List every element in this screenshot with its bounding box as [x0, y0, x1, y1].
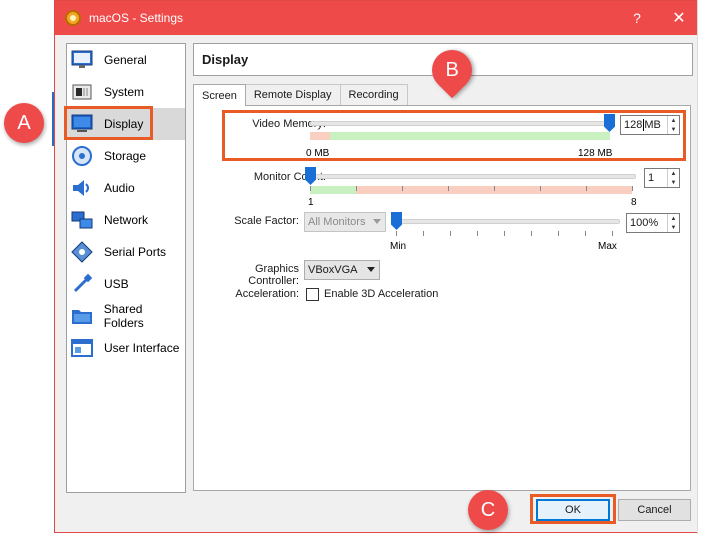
chevron-down-icon	[373, 219, 381, 224]
monitor-count-spinbox[interactable]: 1 ▲ ▼	[644, 168, 680, 188]
enable-3d-acceleration-checkbox[interactable]	[306, 288, 319, 301]
window-title: macOS - Settings	[89, 11, 184, 25]
scale-factor-min-label: Min	[390, 241, 407, 252]
scale-factor-value: 100%	[630, 217, 659, 229]
graphics-controller-value: VBoxVGA	[308, 264, 358, 276]
sidebar-item-label: User Interface	[104, 341, 180, 355]
background-right	[697, 0, 705, 534]
monitor-count-min-label: 1	[308, 197, 314, 208]
virtualbox-app-icon	[65, 10, 81, 26]
background-left	[0, 0, 54, 534]
scale-factor-spinbox[interactable]: 100% ▲ ▼	[626, 213, 680, 233]
enable-3d-acceleration-label[interactable]: Enable 3D Acceleration	[324, 288, 438, 300]
scale-factor-max-label: Max	[598, 241, 617, 252]
storage-icon	[70, 144, 94, 168]
callout-c: C	[468, 490, 508, 530]
scale-factor-monitor-value: All Monitors	[308, 216, 366, 228]
callout-b: B	[445, 58, 459, 81]
highlight-display-item	[64, 106, 153, 140]
scale-factor-slider-track[interactable]	[394, 219, 620, 224]
close-button[interactable]: ✕	[659, 1, 699, 35]
tab-remote-display[interactable]: Remote Display	[244, 84, 341, 105]
sidebar-item-label: Audio	[104, 181, 135, 195]
spin-up-icon[interactable]: ▲	[668, 214, 679, 223]
screen-tab-panel: Video Memory: 128 MB ▲ ▼ 0 MB 128 MB Monit…	[193, 105, 691, 491]
acceleration-label: Acceleration:	[235, 288, 299, 300]
audio-icon	[70, 176, 94, 200]
help-button[interactable]: ?	[617, 1, 657, 35]
spin-down-icon[interactable]: ▼	[668, 178, 679, 187]
scale-factor-ticks	[396, 231, 618, 236]
scale-factor-label: Scale Factor:	[234, 215, 299, 227]
general-icon	[70, 48, 94, 72]
sidebar-item-user-interface[interactable]: User Interface	[67, 332, 185, 364]
scale-factor-monitor-select[interactable]: All Monitors	[304, 212, 386, 232]
graphics-controller-select[interactable]: VBoxVGA	[304, 260, 380, 280]
sidebar-item-network[interactable]: Network	[67, 204, 185, 236]
sidebar-item-label: Serial Ports	[104, 245, 167, 259]
sidebar-item-usb[interactable]: USB	[67, 268, 185, 300]
sidebar-item-system[interactable]: System	[67, 76, 185, 108]
sidebar-item-label: General	[104, 53, 147, 67]
monitor-count-max-label: 8	[631, 197, 637, 208]
sidebar-item-label: Storage	[104, 149, 147, 163]
spin-down-icon[interactable]: ▼	[668, 223, 679, 232]
monitor-count-ticks	[310, 186, 636, 191]
highlight-video-memory	[222, 110, 686, 161]
sidebar-item-label: System	[104, 85, 145, 99]
monitor-count-slider-track[interactable]	[310, 174, 636, 179]
sidebar-item-label: Shared Folders	[103, 302, 144, 330]
tab-screen[interactable]: Screen	[193, 84, 246, 106]
serial-ports-icon	[70, 240, 94, 264]
chevron-down-icon	[367, 267, 375, 272]
sidebar-item-serial-ports[interactable]: Serial Ports	[67, 236, 185, 268]
network-icon	[70, 208, 94, 232]
shared-folders-icon	[70, 304, 94, 328]
title-bar: macOS - Settings ? ✕	[55, 1, 703, 35]
tab-bar: Screen Remote Display Recording	[193, 84, 408, 106]
settings-window: macOS - Settings ? ✕ General System Disp…	[54, 0, 704, 533]
sidebar-item-shared-folders[interactable]: Shared Folders	[67, 300, 185, 332]
sidebar-item-label: USB	[104, 277, 129, 291]
sidebar-item-audio[interactable]: Audio	[67, 172, 185, 204]
monitor-count-value: 1	[648, 172, 655, 184]
sidebar-item-storage[interactable]: Storage	[67, 140, 185, 172]
system-icon	[70, 80, 94, 104]
highlight-ok-button	[530, 494, 616, 524]
graphics-controller-label: Graphics Controller:	[248, 263, 299, 287]
callout-a: A	[4, 103, 44, 143]
spin-up-icon[interactable]: ▲	[668, 169, 679, 178]
user-interface-icon	[70, 336, 94, 360]
tab-recording[interactable]: Recording	[339, 84, 408, 105]
sidebar-item-general[interactable]: General	[67, 44, 185, 76]
usb-icon	[70, 272, 94, 296]
cancel-button[interactable]: Cancel	[618, 499, 691, 521]
sidebar-item-label: Network	[104, 213, 149, 227]
scale-factor-slider-thumb[interactable]	[391, 212, 402, 230]
